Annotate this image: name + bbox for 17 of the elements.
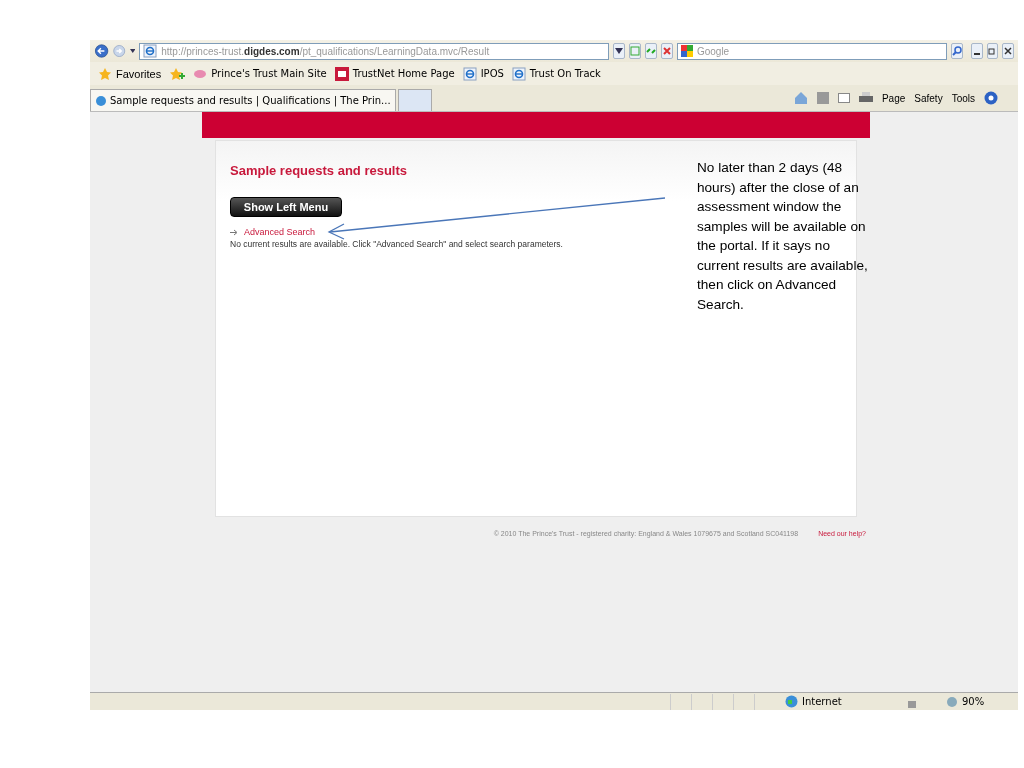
command-menu[interactable]: Tools: [951, 92, 975, 104]
advanced-search-link[interactable]: Advanced Search: [244, 227, 316, 237]
address-field[interactable]: http://princes-trust.digdes.com/pt_qualifications/LearningData.mvc/Result: [139, 42, 610, 60]
favorite-link[interactable]: TrustNet Home Page: [352, 68, 455, 79]
status-message: No current results are available. Click "Advanced Search" and select search parameters.: [230, 239, 563, 249]
favorite-link[interactable]: IPOS: [480, 68, 504, 79]
command-menu[interactable]: Safety: [914, 92, 943, 104]
favorite-link[interactable]: Prince's Trust Main Site: [211, 68, 327, 79]
command-menu[interactable]: Page: [881, 92, 906, 104]
show-menu-button[interactable]: Show Left Menu: [230, 197, 342, 217]
browser-tab[interactable]: Sample requests and results | Qualifications | The Prin...: [90, 89, 396, 111]
annotation-text: No later than 2 days (48 hours) after the close of an assessment window the samples will be available on the portal. If it says no current results are available, then click on Advanced Search.: [697, 159, 869, 314]
favorite-link[interactable]: Trust On Track: [529, 68, 601, 79]
page-heading: Sample requests and results: [230, 163, 407, 178]
zoom-level[interactable]: 90%: [962, 696, 1012, 707]
favorites-button[interactable]: Favorites: [116, 67, 162, 80]
security-zone: Internet: [802, 696, 843, 707]
